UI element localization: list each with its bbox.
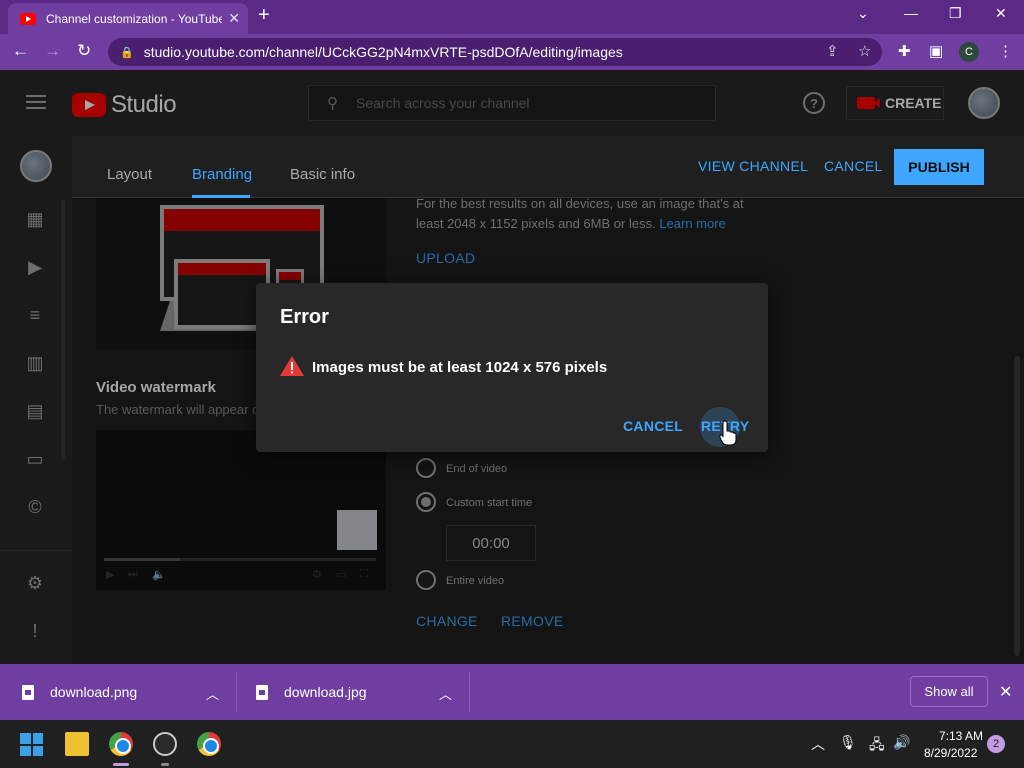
extensions-icon[interactable]: ✚ — [898, 42, 911, 60]
chrome-menu-icon[interactable]: ⋮ — [998, 42, 1013, 60]
notification-badge[interactable]: 2 — [987, 735, 1005, 753]
file-explorer-icon[interactable] — [65, 732, 89, 756]
chevron-up-icon[interactable]: ︿ — [206, 684, 219, 703]
url-text: studio.youtube.com/channel/UCckGG2pN4mxV… — [143, 44, 623, 60]
profile-avatar[interactable]: C — [959, 42, 979, 62]
download-separator — [236, 672, 237, 712]
side-panel-icon[interactable]: ▣ — [929, 42, 943, 60]
network-icon[interactable]: 🖧 — [869, 734, 885, 758]
download-filename: download.png — [50, 684, 138, 700]
tab-search-chevron-icon[interactable]: ⌄ — [857, 5, 869, 22]
clock-date[interactable]: 8/29/2022 — [924, 746, 977, 760]
browser-title-bar: Channel customization - YouTube ✕ + ⌄ — … — [0, 0, 1024, 34]
forward-icon[interactable]: → — [44, 41, 61, 61]
tab-branding[interactable]: Branding — [192, 166, 252, 183]
download-separator — [469, 672, 470, 712]
file-icon — [22, 684, 34, 700]
active-tab-underline — [192, 195, 250, 198]
share-icon[interactable]: ⇪ — [826, 42, 839, 60]
new-tab-icon[interactable]: + — [258, 4, 270, 27]
browser-toolbar: ← → ↻ 🔒 studio.youtube.com/channel/UCckG… — [0, 34, 1024, 70]
warning-icon — [280, 356, 304, 376]
download-item-png[interactable]: download.png — [22, 664, 137, 720]
tab-title: Channel customization - YouTube — [46, 11, 223, 26]
show-all-button[interactable]: Show all — [910, 676, 988, 707]
bookmark-star-icon[interactable]: ☆ — [858, 42, 871, 60]
download-item-jpg[interactable]: download.jpg — [256, 664, 367, 720]
windows-start-icon[interactable] — [20, 733, 43, 756]
address-bar[interactable]: 🔒 studio.youtube.com/channel/UCckGG2pN4m… — [108, 38, 882, 66]
back-icon[interactable]: ← — [12, 41, 29, 61]
obs-icon[interactable] — [153, 732, 177, 756]
clock-time[interactable]: 7:13 AM — [939, 729, 983, 743]
running-app-indicator — [161, 763, 169, 766]
download-filename: download.jpg — [284, 684, 367, 700]
error-dialog: Error Images must be at least 1024 x 576… — [256, 283, 768, 452]
chevron-up-icon[interactable]: ︿ — [439, 684, 452, 703]
youtube-favicon-icon — [20, 12, 36, 25]
publish-button[interactable]: PUBLISH — [894, 149, 984, 185]
reload-icon[interactable]: ↻ — [77, 41, 91, 61]
restore-icon[interactable]: ❐ — [949, 5, 962, 22]
microphone-icon[interactable]: 🎙 — [839, 734, 857, 751]
volume-tray-icon[interactable]: 🔊 — [893, 734, 910, 751]
windows-taskbar: ︿ 🎙 🖧 🔊 7:13 AM 8/29/2022 2 — [0, 720, 1024, 768]
active-app-indicator — [113, 763, 129, 766]
tab-basic-info[interactable]: Basic info — [290, 166, 355, 183]
hand-cursor-icon — [719, 420, 737, 446]
dialog-cancel-button[interactable]: CANCEL — [623, 418, 683, 434]
downloads-bar: download.png ︿ download.jpg ︿ Show all ✕ — [0, 664, 1024, 720]
close-downloads-icon[interactable]: ✕ — [999, 682, 1012, 702]
chrome-icon[interactable] — [109, 732, 133, 756]
lock-icon: 🔒 — [120, 46, 134, 59]
file-icon — [256, 684, 268, 700]
tab-layout[interactable]: Layout — [107, 166, 152, 183]
chrome-profile-icon[interactable] — [197, 732, 221, 756]
close-window-icon[interactable]: ✕ — [995, 5, 1007, 22]
tray-overflow-chevron-icon[interactable]: ︿ — [811, 734, 825, 754]
view-channel-button[interactable]: VIEW CHANNEL — [698, 158, 808, 174]
minimize-icon[interactable]: — — [904, 5, 918, 21]
dialog-title: Error — [280, 306, 329, 328]
cancel-button[interactable]: CANCEL — [824, 158, 883, 174]
tabs-row: Layout Branding Basic info VIEW CHANNEL … — [72, 136, 1024, 198]
browser-tab[interactable]: Channel customization - YouTube ✕ — [8, 3, 248, 34]
tab-close-icon[interactable]: ✕ — [228, 10, 240, 27]
dialog-message: Images must be at least 1024 x 576 pixel… — [312, 359, 608, 376]
